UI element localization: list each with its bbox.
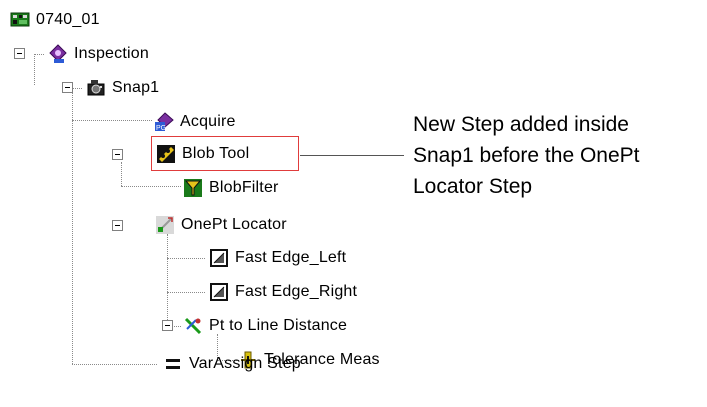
collapse-toggle-pt-to-line[interactable]: [162, 320, 173, 331]
tree-node-label: Acquire: [180, 113, 236, 130]
tree-node-label: Pt to Line Distance: [209, 317, 348, 334]
tree-node-label: Fast Edge_Left: [235, 249, 347, 266]
collapse-toggle-snap1[interactable]: [62, 82, 73, 93]
collapse-toggle-inspection[interactable]: [14, 48, 25, 59]
tree-guide: [72, 364, 157, 365]
tree-node-inspection[interactable]: Inspection: [48, 43, 149, 65]
collapse-toggle-blob-tool[interactable]: [112, 149, 123, 160]
tree-guide: [121, 186, 181, 187]
edge-icon: [209, 282, 229, 302]
tree-node-label: VarAssign Step: [189, 355, 301, 372]
svg-text:PG: PG: [156, 125, 166, 132]
tree-node-fast-edge-left[interactable]: Fast Edge_Left: [209, 247, 346, 269]
tree-node-acquire[interactable]: PG Acquire: [154, 111, 236, 133]
callout-line-3: Locator Step: [413, 175, 533, 198]
callout-line-1: New Step added inside: [413, 113, 629, 136]
equals-icon: [163, 354, 183, 374]
tree-node-label: 0740_01: [36, 11, 100, 28]
tree-node-label: Snap1: [112, 79, 160, 96]
collapse-toggle-onept-locator[interactable]: [112, 220, 123, 231]
tree-guide: [167, 292, 205, 293]
tree-guide: [72, 88, 82, 89]
distance-icon: [183, 316, 203, 336]
acquire-icon: PG: [154, 112, 174, 132]
blob-filter-icon: [183, 178, 203, 198]
tree-guide: [72, 88, 73, 364]
tree-node-blob-filter[interactable]: BlobFilter: [183, 177, 279, 199]
callout-annotation: New Step added inside Snap1 before the O…: [413, 109, 703, 202]
tree-node-onept-locator[interactable]: OnePt Locator: [155, 214, 287, 236]
tree-guide: [121, 162, 122, 186]
inspection-icon: [48, 44, 68, 64]
tree-node-label: Fast Edge_Right: [235, 283, 358, 300]
tree-guide: [34, 54, 44, 55]
tree-node-root[interactable]: 0740_01: [10, 9, 100, 31]
tree-node-label: OnePt Locator: [181, 216, 287, 233]
tree-guide: [167, 234, 168, 326]
callout-leader-line: [300, 155, 404, 156]
tree-node-pt-to-line[interactable]: Pt to Line Distance: [183, 315, 347, 337]
board-icon: [10, 10, 30, 30]
tree-node-fast-edge-right[interactable]: Fast Edge_Right: [209, 281, 357, 303]
tree-node-snap1[interactable]: Snap1: [86, 77, 159, 99]
tree-guide: [167, 258, 205, 259]
tree-node-label: Inspection: [74, 45, 149, 62]
callout-line-2: Snap1 before the OnePt: [413, 144, 640, 167]
new-step-highlight: [151, 136, 299, 171]
tree-guide: [34, 54, 35, 85]
tree-node-var-assign[interactable]: VarAssign Step: [163, 353, 301, 375]
camera-icon: [86, 78, 106, 98]
step-tree: 0740_01 Inspection Snap1 PG Acquire Blob…: [0, 0, 400, 407]
edge-icon: [209, 248, 229, 268]
tree-node-label: BlobFilter: [209, 179, 279, 196]
locator-icon: [155, 215, 175, 235]
tree-guide: [72, 120, 152, 121]
